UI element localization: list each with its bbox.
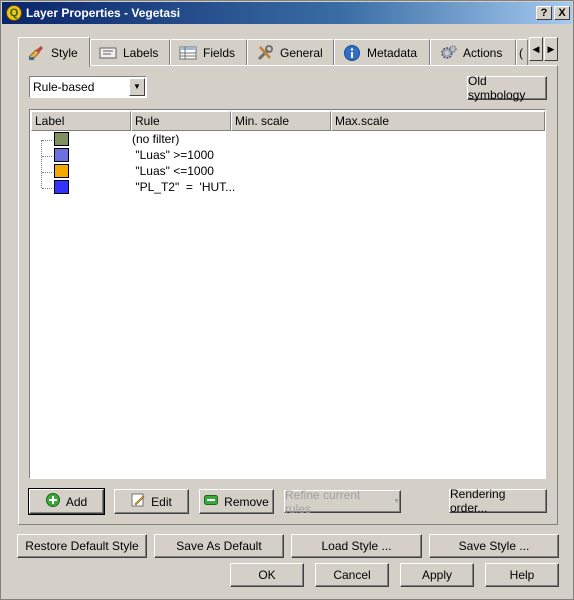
info-icon	[343, 44, 361, 61]
add-rule-button[interactable]: Add	[28, 488, 105, 515]
fields-icon	[179, 45, 197, 61]
add-rule-label: Add	[65, 494, 88, 509]
tab-style-label: Style	[51, 45, 78, 60]
help-title-button[interactable]: ?	[536, 6, 552, 20]
window-title: Layer Properties - Vegetasi	[26, 6, 181, 20]
help-button[interactable]: Help	[485, 563, 559, 587]
tab-scroll-left-button[interactable]: ◀	[529, 37, 543, 61]
tab-fields[interactable]: Fields	[170, 39, 247, 65]
tab-metadata-label: Metadata	[367, 45, 418, 60]
edit-rule-button[interactable]: Edit	[114, 489, 189, 514]
tab-actions[interactable]: Actions	[430, 39, 516, 65]
rendering-order-button[interactable]: Rendering order...	[449, 487, 547, 515]
symbol-swatch[interactable]	[54, 148, 69, 162]
tab-scroll-right-button[interactable]: ▶	[544, 37, 558, 61]
close-title-button[interactable]: X	[554, 6, 570, 20]
ok-button[interactable]: OK	[230, 563, 304, 587]
chevron-down-icon: ▼	[393, 498, 400, 505]
rule-row[interactable]: (no filter)	[31, 131, 545, 147]
tab-more-partial[interactable]: (	[516, 39, 528, 65]
renderer-select[interactable]: Rule-based ▼	[29, 76, 147, 98]
apply-label: Apply	[421, 568, 453, 582]
symbol-swatch[interactable]	[54, 132, 69, 146]
rule-row[interactable]: "Luas" >=1000	[31, 147, 545, 163]
column-header-max-scale[interactable]: Max.scale	[331, 111, 545, 131]
restore-default-style-button[interactable]: Restore Default Style	[17, 534, 147, 558]
rule-row[interactable]: "Luas" <=1000	[31, 163, 545, 179]
style-icon	[27, 45, 45, 61]
renderer-select-value: Rule-based	[33, 80, 95, 94]
add-icon	[45, 493, 60, 510]
column-header-label[interactable]: Label	[31, 111, 131, 131]
tab-labels-label: Labels	[123, 45, 159, 60]
refine-rules-label: Refine current rules	[285, 487, 361, 516]
load-style-button[interactable]: Load Style ...	[291, 534, 422, 558]
old-symbology-label: Old symbology	[468, 74, 526, 102]
load-style-label: Load Style ...	[321, 539, 392, 553]
old-symbology-button[interactable]: Old symbology	[467, 74, 547, 102]
tab-bar: Style Labels Fields General Metadata Act…	[18, 37, 558, 67]
rules-tree-header: Label Rule Min. scale Max.scale	[31, 111, 545, 131]
tab-general-label: General	[280, 45, 323, 60]
labels-icon	[99, 45, 117, 61]
edit-icon	[131, 493, 145, 510]
tab-metadata[interactable]: Metadata	[334, 39, 430, 65]
tab-general[interactable]: General	[247, 39, 334, 65]
qgis-logo-icon: Q	[6, 5, 22, 21]
gear-icon	[439, 45, 457, 61]
refine-rules-button[interactable]: Refine current rules ▼	[284, 487, 401, 516]
tab-style[interactable]: Style	[18, 37, 90, 67]
column-header-min-scale[interactable]: Min. scale	[231, 111, 331, 131]
edit-rule-label: Edit	[151, 494, 172, 509]
title-bar[interactable]: Q Layer Properties - Vegetasi ? X	[2, 2, 572, 24]
save-as-default-label: Save As Default	[176, 539, 262, 553]
rule-row[interactable]: "PL_T2" = 'HUT...	[31, 179, 545, 195]
rule-filter: "Luas" >=1000	[132, 148, 214, 162]
general-icon	[256, 44, 274, 61]
save-style-button[interactable]: Save Style ...	[429, 534, 559, 558]
rule-filter: "PL_T2" = 'HUT...	[132, 180, 236, 194]
symbol-swatch[interactable]	[54, 180, 69, 194]
rendering-order-label: Rendering order...	[450, 487, 506, 515]
remove-rule-button[interactable]: Remove	[199, 489, 274, 514]
chevron-down-icon[interactable]: ▼	[129, 78, 145, 96]
symbol-swatch[interactable]	[54, 164, 69, 178]
tab-fields-label: Fields	[203, 45, 236, 60]
rule-filter: "Luas" <=1000	[132, 164, 214, 178]
tab-actions-label: Actions	[463, 45, 503, 60]
tab-labels[interactable]: Labels	[90, 39, 170, 65]
remove-icon	[204, 493, 219, 510]
apply-button[interactable]: Apply	[400, 563, 474, 587]
layer-properties-dialog: Q Layer Properties - Vegetasi ? X Style	[0, 0, 574, 600]
rules-tree[interactable]: Label Rule Min. scale Max.scale (no filt…	[29, 109, 546, 479]
rule-filter: (no filter)	[132, 132, 180, 146]
column-header-rule[interactable]: Rule	[131, 111, 231, 131]
ok-label: OK	[258, 568, 276, 582]
cancel-button[interactable]: Cancel	[315, 563, 389, 587]
restore-default-style-label: Restore Default Style	[25, 539, 139, 553]
save-style-label: Save Style ...	[458, 539, 530, 553]
help-label: Help	[509, 568, 535, 582]
cancel-label: Cancel	[333, 568, 371, 582]
remove-rule-label: Remove	[224, 494, 269, 509]
save-as-default-button[interactable]: Save As Default	[154, 534, 284, 558]
